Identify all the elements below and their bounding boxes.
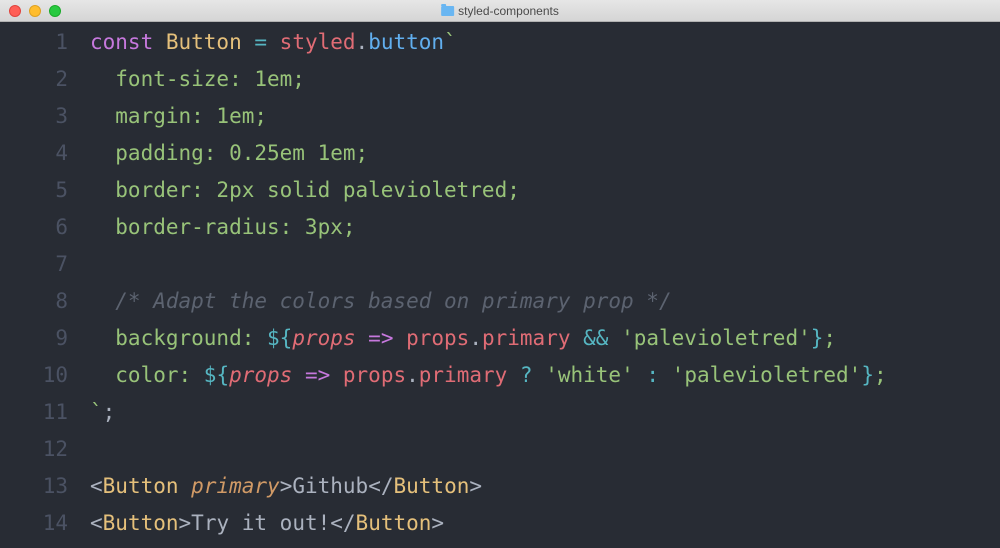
code-line[interactable]: `; <box>90 394 887 431</box>
code-token: ` <box>90 400 103 424</box>
line-number: 7 <box>0 246 68 283</box>
code-line[interactable]: background: ${props => props.primary && … <box>90 320 887 357</box>
line-number: 10 <box>0 357 68 394</box>
code-token: font-size: 1em; <box>90 67 305 91</box>
code-token: < <box>90 474 103 498</box>
line-number: 13 <box>0 468 68 505</box>
close-button[interactable] <box>9 5 21 17</box>
code-line[interactable]: font-size: 1em; <box>90 61 887 98</box>
code-line[interactable]: border: 2px solid palevioletred; <box>90 172 887 209</box>
code-token: primary <box>191 474 280 498</box>
code-token: /* Adapt the colors based on primary pro… <box>90 289 672 313</box>
code-line[interactable]: <Button primary>Github</Button> <box>90 468 887 505</box>
line-number: 2 <box>0 61 68 98</box>
code-token: Button <box>166 30 255 54</box>
code-token: ` <box>444 30 457 54</box>
line-number: 14 <box>0 505 68 542</box>
code-token: Button <box>356 511 432 535</box>
line-number: 11 <box>0 394 68 431</box>
window-title: styled-components <box>458 4 559 18</box>
code-token: props <box>393 326 469 350</box>
code-line[interactable]: color: ${props => props.primary ? 'white… <box>90 357 887 394</box>
code-token: Button <box>103 474 192 498</box>
code-line[interactable]: margin: 1em; <box>90 98 887 135</box>
line-number: 6 <box>0 209 68 246</box>
code-token: const <box>90 30 166 54</box>
code-token: margin: 1em; <box>90 104 267 128</box>
code-token: </ <box>368 474 393 498</box>
code-token: => <box>368 326 393 350</box>
code-token: < <box>90 511 103 535</box>
code-token: ; <box>103 400 116 424</box>
line-number: 1 <box>0 24 68 61</box>
code-token: . <box>406 363 419 387</box>
code-token: border-radius: 3px; <box>90 215 356 239</box>
code-token: => <box>305 363 330 387</box>
code-token: button <box>368 30 444 54</box>
code-token: } <box>811 326 824 350</box>
code-token: Github <box>292 474 368 498</box>
code-token: ; <box>823 326 836 350</box>
code-token: Button <box>394 474 470 498</box>
code-token: props <box>292 326 368 350</box>
code-token: Button <box>103 511 179 535</box>
code-token: > <box>431 511 444 535</box>
code-token: background: <box>90 326 267 350</box>
code-token: > <box>469 474 482 498</box>
code-token: color: <box>90 363 204 387</box>
code-token: border: 2px solid palevioletred; <box>90 178 520 202</box>
code-line[interactable]: const Button = styled.button` <box>90 24 887 61</box>
line-number: 3 <box>0 98 68 135</box>
code-token: props <box>229 363 305 387</box>
code-token: ; <box>874 363 887 387</box>
line-number: 4 <box>0 135 68 172</box>
code-token: && <box>583 326 608 350</box>
window-title-group: styled-components <box>441 4 559 18</box>
code-token: > <box>280 474 293 498</box>
code-token: 'palevioletred' <box>608 326 810 350</box>
line-number: 8 <box>0 283 68 320</box>
code-token: 'white' <box>533 363 647 387</box>
code-token: 'palevioletred' <box>659 363 861 387</box>
code-line[interactable] <box>90 431 887 468</box>
maximize-button[interactable] <box>49 5 61 17</box>
code-line[interactable] <box>90 246 887 283</box>
code-line[interactable]: <Button>Try it out!</Button> <box>90 505 887 542</box>
code-token: } <box>861 363 874 387</box>
code-token: . <box>356 30 369 54</box>
code-token: . <box>469 326 482 350</box>
line-number: 9 <box>0 320 68 357</box>
code-token: props <box>330 363 406 387</box>
code-token: Try it out! <box>191 511 330 535</box>
code-token: ${ <box>204 363 229 387</box>
code-line[interactable]: border-radius: 3px; <box>90 209 887 246</box>
minimize-button[interactable] <box>29 5 41 17</box>
code-token: padding: 0.25em 1em; <box>90 141 368 165</box>
code-editor[interactable]: 1234567891011121314 const Button = style… <box>0 22 1000 548</box>
code-token: styled <box>280 30 356 54</box>
code-token: primary <box>419 363 520 387</box>
code-token: </ <box>330 511 355 535</box>
code-token: primary <box>482 326 583 350</box>
code-token: ${ <box>267 326 292 350</box>
line-number: 12 <box>0 431 68 468</box>
code-token: > <box>179 511 192 535</box>
traffic-lights <box>0 5 61 17</box>
code-token: : <box>646 363 659 387</box>
code-token: ? <box>520 363 533 387</box>
folder-icon <box>441 6 454 16</box>
code-content[interactable]: const Button = styled.button` font-size:… <box>90 24 887 548</box>
code-line[interactable]: /* Adapt the colors based on primary pro… <box>90 283 887 320</box>
code-line[interactable]: padding: 0.25em 1em; <box>90 135 887 172</box>
line-number: 5 <box>0 172 68 209</box>
window-titlebar: styled-components <box>0 0 1000 22</box>
line-number-gutter: 1234567891011121314 <box>0 24 90 548</box>
code-token: = <box>254 30 279 54</box>
